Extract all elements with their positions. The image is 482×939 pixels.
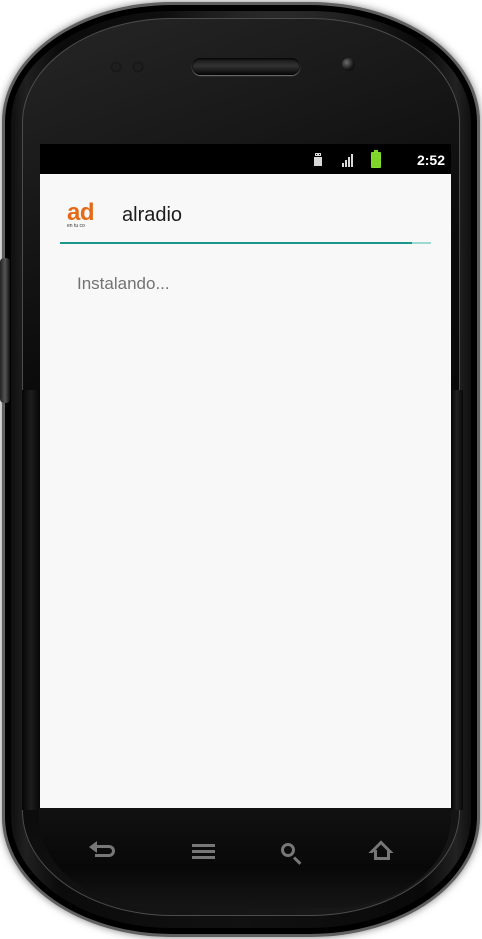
right-edge-shadow xyxy=(451,390,463,810)
back-button[interactable] xyxy=(83,836,127,868)
home-button[interactable] xyxy=(360,836,404,868)
logo-tagline: en tu co xyxy=(67,223,85,229)
battery-icon xyxy=(371,150,381,168)
usb-icon xyxy=(311,152,325,168)
app-title: alradio xyxy=(122,204,183,226)
proximity-sensor xyxy=(112,63,120,71)
alradio-logo: ad en tu co xyxy=(67,201,105,231)
left-edge-shadow xyxy=(22,390,40,810)
menu-button[interactable] xyxy=(181,836,225,868)
search-icon xyxy=(281,843,295,857)
light-sensor xyxy=(134,63,142,71)
install-progress-track xyxy=(60,242,431,244)
install-status-message: Instalando... xyxy=(77,274,170,293)
side-volume-button[interactable] xyxy=(0,258,10,403)
app-install-screen: ad en tu co alradio Instalando... xyxy=(40,174,451,808)
front-camera xyxy=(342,58,355,71)
android-status-bar: 2:52 xyxy=(40,144,451,174)
earpiece-speaker xyxy=(192,58,300,75)
search-button[interactable] xyxy=(268,836,312,868)
status-time: 2:52 xyxy=(416,152,445,168)
back-icon xyxy=(89,841,115,857)
home-icon xyxy=(371,844,394,860)
menu-icon xyxy=(191,844,215,860)
install-progress-fill xyxy=(60,242,413,244)
android-phone-device: 2:52 ad en tu co alradio Instalando... xyxy=(0,0,482,939)
device-screen: 2:52 ad en tu co alradio Instalando... xyxy=(40,144,451,808)
signal-icon xyxy=(341,152,355,168)
app-header: ad en tu co alradio xyxy=(40,174,451,246)
